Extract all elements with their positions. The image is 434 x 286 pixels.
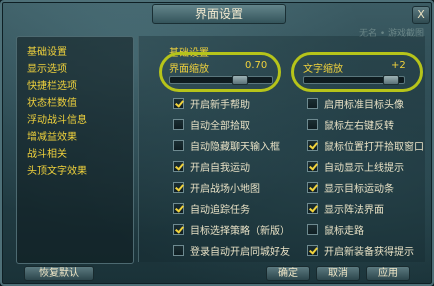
option-checkbox[interactable] [173,244,184,256]
option-row[interactable]: 显示目标运动条 [307,180,394,195]
section-title: 基础设置 [169,48,209,59]
option-row[interactable]: 启用标准目标头像 [307,96,404,111]
option-row[interactable]: 显示阵法界面 [307,201,384,216]
option-row[interactable]: 鼠标左右键反转 [307,117,394,132]
ui-scale-value: 0.70 [245,60,268,71]
option-checkbox[interactable] [173,181,184,193]
option-label: 显示目标运动条 [324,183,394,195]
option-label: 开启新装备获得提示 [324,246,414,258]
option-checkbox[interactable] [173,223,184,235]
option-label: 启用标准目标头像 [324,99,404,111]
main-panel: 基础设置 界面缩放 0.70 文字缩放 +2 开启新手帮助 自动全部拾取自动隐藏聊… [138,36,425,262]
text-scale-slider[interactable] [303,75,405,85]
option-row[interactable]: 鼠标位置打开拾取窗口 [307,138,424,153]
sidebar-item-statusbar[interactable]: 状态栏数值 [27,94,77,109]
text-scale-label: 文字缩放 [303,64,343,75]
sidebar-item-combat[interactable]: 战斗相关 [27,145,67,160]
option-label: 自动全部拾取 [190,120,250,132]
option-checkbox[interactable] [307,160,318,172]
option-row[interactable]: 开启战场小地图 [173,180,260,195]
option-checkbox[interactable] [173,160,184,172]
option-row[interactable]: 开启自我运动 [173,159,250,174]
window-title: 界面设置 [152,4,286,24]
option-row[interactable]: 自动追踪任务 [173,201,250,216]
option-checkbox[interactable] [307,244,318,256]
option-checkbox[interactable] [307,202,318,214]
option-label: 显示阵法界面 [324,204,384,216]
option-checkbox[interactable] [307,181,318,193]
sidebar-item-display[interactable]: 显示选项 [27,60,67,75]
option-row[interactable]: 开启新手帮助 [173,96,250,111]
option-row[interactable]: 登录自动开启同城好友 [173,243,290,258]
option-label: 自动追踪任务 [190,204,250,216]
ok-button[interactable]: 确定 [266,266,310,281]
settings-window: 界面设置 X 无名 • 游戏截图 基础设置 显示选项 快捷栏选项 状态栏数值 浮… [0,0,434,286]
apply-button[interactable]: 应用 [366,266,410,281]
option-label: 登录自动开启同城好友 [190,246,290,258]
close-button[interactable]: X [412,6,430,24]
option-checkbox[interactable] [173,202,184,214]
option-checkbox[interactable] [173,97,184,109]
option-row[interactable]: 自动隐藏聊天输入框 [173,138,280,153]
option-label: 开启自我运动 [190,162,250,174]
option-checkbox[interactable] [173,139,184,151]
option-row[interactable]: 目标选择策略（新版） [173,222,290,237]
option-checkbox[interactable] [307,223,318,235]
option-label: 开启战场小地图 [190,183,260,195]
option-label: 鼠标位置打开拾取窗口 [324,141,424,153]
option-label: 自动显示上线提示 [324,162,404,174]
ui-scale-slider-thumb[interactable] [232,75,248,85]
option-checkbox[interactable] [173,118,184,130]
sidebar-item-hotbar[interactable]: 快捷栏选项 [27,77,77,92]
ui-scale-label: 界面缩放 [169,64,209,75]
reset-defaults-button[interactable]: 恢复默认 [24,266,94,281]
text-scale-value: +2 [391,60,406,71]
option-row[interactable]: 自动全部拾取 [173,117,250,132]
ui-scale-slider[interactable] [169,75,273,85]
sidebar: 基础设置 显示选项 快捷栏选项 状态栏数值 浮动战斗信息 增减益效果 战斗相关 … [16,36,134,264]
option-label: 目标选择策略（新版） [190,225,290,237]
option-label: 开启新手帮助 [190,99,250,111]
option-checkbox[interactable] [307,97,318,109]
sidebar-item-buffs[interactable]: 增减益效果 [27,128,77,143]
option-row[interactable]: 开启新装备获得提示 [307,243,414,258]
option-label: 鼠标走路 [324,225,364,237]
option-checkbox[interactable] [307,139,318,151]
option-row[interactable]: 鼠标走路 [307,222,364,237]
text-scale-slider-thumb[interactable] [383,75,399,85]
cancel-button[interactable]: 取消 [316,266,360,281]
option-row[interactable]: 自动显示上线提示 [307,159,404,174]
sidebar-item-overhead-text[interactable]: 头顶文字效果 [27,162,87,177]
option-label: 自动隐藏聊天输入框 [190,141,280,153]
option-checkbox[interactable] [307,118,318,130]
sidebar-item-basic[interactable]: 基础设置 [27,43,67,58]
option-label: 鼠标左右键反转 [324,120,394,132]
sidebar-item-combat-text[interactable]: 浮动战斗信息 [27,111,87,126]
